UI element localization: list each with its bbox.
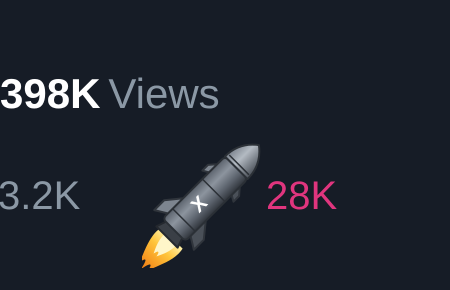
rocket-icon: X: [142, 143, 261, 268]
stat-left-count[interactable]: 3.2K: [0, 170, 80, 222]
views-summary: 398K Views: [0, 66, 220, 122]
views-label: Views: [108, 70, 220, 117]
views-count: 398K: [0, 70, 101, 117]
